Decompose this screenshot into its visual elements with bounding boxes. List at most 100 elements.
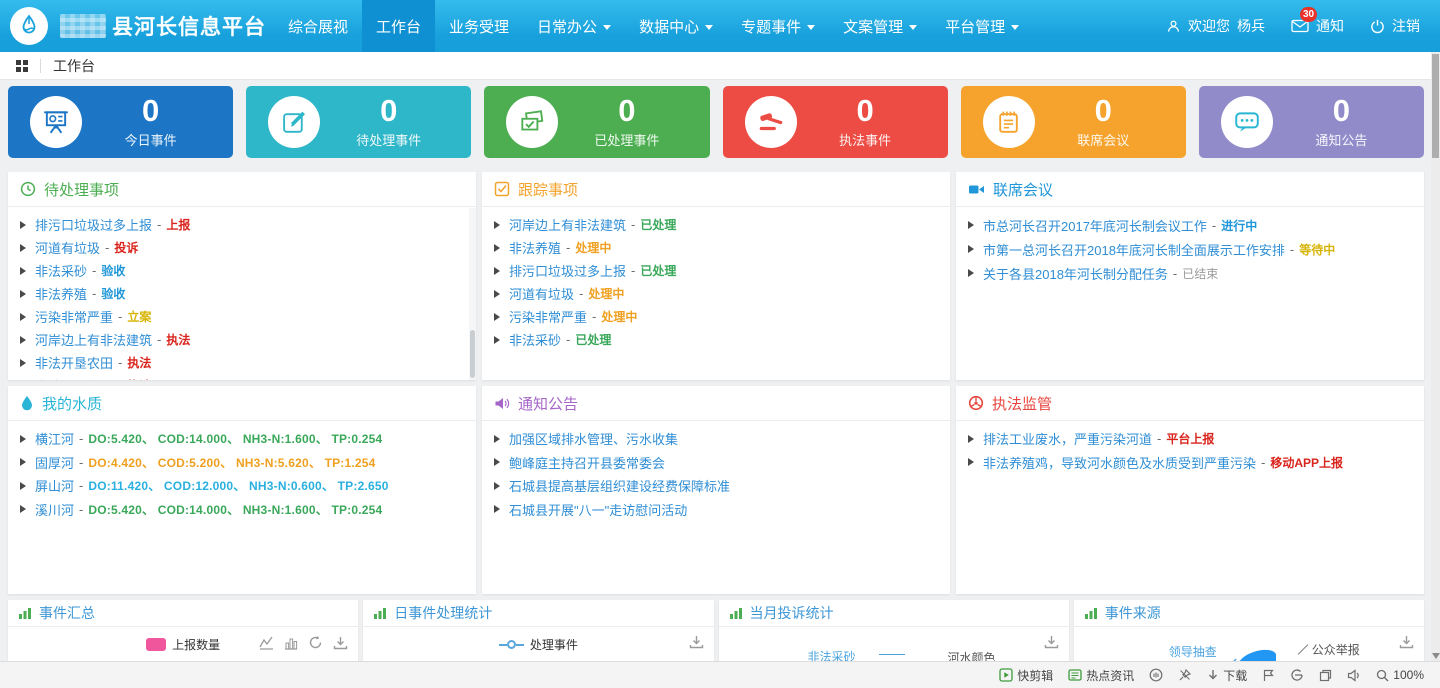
card-value: 0 — [1095, 95, 1112, 128]
notepad-icon — [995, 109, 1022, 136]
card-pending-events[interactable]: 0 待处理事件 — [246, 86, 471, 158]
todo-item[interactable]: 非法开垦农田-执法 — [20, 351, 464, 374]
card-enforcement-events[interactable]: 0 执法事件 — [723, 86, 948, 158]
notice-item[interactable]: 鲍峰庭主持召开县委常委会 — [494, 451, 938, 475]
status-badge: 进行中 — [1221, 217, 1257, 234]
status-badge: 处理中 — [588, 285, 624, 302]
card-today-events[interactable]: 0 今日事件 — [8, 86, 233, 158]
tracking-item[interactable]: 非法养殖-处理中 — [494, 236, 938, 259]
page-scrollbar[interactable] — [1431, 52, 1440, 661]
list-arrow-icon — [494, 435, 500, 443]
speaker-icon — [1347, 669, 1361, 682]
meeting-item[interactable]: 市第一总河长召开2018年底河长制全面展示工作安排-等待中 — [968, 237, 1412, 261]
line-chart-tool-icon[interactable] — [259, 636, 274, 650]
refresh-icon[interactable] — [308, 635, 323, 650]
todo-item[interactable]: 非法养殖-验收 — [20, 282, 464, 305]
card-processed-events[interactable]: 0 已处理事件 — [484, 86, 709, 158]
panel-row-1: 待处理事项 排污口垃圾过多上报-上报 河道有垃圾-投诉 非法采砂-验收 非法养殖… — [8, 172, 1424, 380]
menu-item-special-events[interactable]: 专题事件 — [727, 0, 829, 52]
scrollbar-thumb[interactable] — [470, 330, 475, 378]
chevron-down-icon — [603, 25, 611, 30]
meeting-item[interactable]: 市总河长召开2017年底河长制会议工作-进行中 — [968, 213, 1412, 237]
panel-water-quality: 我的水质 横江河-DO:5.420、 COD:14.000、 NH3-N:1.6… — [8, 386, 476, 594]
logout[interactable]: 注销 — [1370, 16, 1420, 36]
meeting-item[interactable]: 关于各县2018年河长制分配任务-已结束 — [968, 261, 1412, 285]
card-notices[interactable]: 0 通知公告 — [1199, 86, 1424, 158]
list-arrow-icon — [494, 221, 500, 229]
law-item[interactable]: 非法养殖鸡，导致河水颜色及水质受到严重污染-移动APP上报 — [968, 451, 1412, 475]
chat-bubble-icon — [1233, 108, 1261, 136]
water-drop-icon — [20, 395, 34, 411]
user-welcome[interactable]: 欢迎您 杨兵 — [1166, 16, 1265, 36]
tracking-item[interactable]: 河道有垃圾-处理中 — [494, 282, 938, 305]
speaker-icon — [494, 396, 510, 411]
menu-item-overview[interactable]: 综合展视 — [274, 0, 362, 52]
scrollbar-down-arrow[interactable] — [1432, 653, 1440, 659]
bar-chart-tool-icon[interactable] — [284, 636, 298, 650]
flag-button[interactable] — [1262, 669, 1275, 682]
menu-item-data-center[interactable]: 数据中心 — [625, 0, 727, 52]
chevron-down-icon — [1011, 25, 1019, 30]
menu-item-platform-mgmt[interactable]: 平台管理 — [931, 0, 1033, 52]
status-badge: 平台上报 — [1166, 430, 1214, 447]
tracking-item[interactable]: 排污口垃圾过多上报-已处理 — [494, 259, 938, 282]
download-button[interactable]: 下载 — [1207, 667, 1247, 684]
window-button[interactable] — [1319, 669, 1332, 682]
download-icon[interactable] — [1044, 635, 1059, 649]
tracking-item[interactable]: 污染非常严重-处理中 — [494, 305, 938, 328]
quick-clip-button[interactable]: 快剪辑 — [999, 667, 1053, 684]
download-icon[interactable] — [333, 636, 348, 650]
magnifier-icon — [1376, 669, 1389, 682]
card-joint-meetings[interactable]: 0 联席会议 — [961, 86, 1186, 158]
hot-news-button[interactable]: 热点资讯 — [1068, 667, 1134, 684]
water-values: DO:4.420、 COD:5.200、 NH3-N:5.620、 TP:1.2… — [88, 454, 375, 471]
browser-mode-button[interactable] — [1290, 668, 1304, 682]
zoom-level[interactable]: 100% — [1376, 668, 1424, 682]
panel-title: 我的水质 — [42, 393, 102, 414]
bar-chart-icon — [373, 606, 387, 620]
water-item[interactable]: 固厚河-DO:4.420、 COD:5.200、 NH3-N:5.620、 TP… — [20, 451, 464, 475]
grid-icon[interactable] — [16, 60, 28, 72]
menu-item-business[interactable]: 业务受理 — [435, 0, 523, 52]
todo-item[interactable]: 河道有垃圾-投诉 — [20, 236, 464, 259]
chevron-down-icon — [909, 25, 917, 30]
hand-gesture-button[interactable] — [1149, 668, 1163, 682]
law-item[interactable]: 排法工业废水，严重污染河道-平台上报 — [968, 427, 1412, 451]
pin-icon — [1178, 668, 1192, 682]
status-badge: 已处理 — [575, 331, 611, 348]
menu-item-workbench[interactable]: 工作台 — [362, 0, 435, 52]
checked-cards-icon — [518, 108, 546, 136]
water-item[interactable]: 横江河-DO:5.420、 COD:14.000、 NH3-N:1.600、 T… — [20, 427, 464, 451]
notifications[interactable]: 30 通知 — [1291, 16, 1344, 36]
chart-title: 事件来源 — [1105, 603, 1161, 623]
download-icon[interactable] — [1399, 635, 1414, 649]
sound-button[interactable] — [1347, 669, 1361, 682]
divider — [40, 59, 41, 73]
todo-item[interactable]: 河岸边上有非法建筑-执法 — [20, 328, 464, 351]
pin-button[interactable] — [1178, 668, 1192, 682]
clock-icon — [20, 181, 36, 197]
scrollbar-thumb[interactable] — [1432, 54, 1439, 158]
todo-item[interactable]: 非法采砂-验收 — [20, 259, 464, 282]
presentation-icon — [42, 108, 70, 136]
tracking-item[interactable]: 非法采砂-已处理 — [494, 328, 938, 351]
notice-item[interactable]: 加强区域排水管理、污水收集 — [494, 427, 938, 451]
menu-item-document-mgmt[interactable]: 文案管理 — [829, 0, 931, 52]
todo-item[interactable]: 非法开垦农田-执法 — [20, 374, 464, 380]
list-arrow-icon — [494, 505, 500, 513]
panel-notices: 通知公告 加强区域排水管理、污水收集 鲍峰庭主持召开县委常委会 石城县提高基层组… — [482, 386, 950, 594]
water-values: DO:11.420、 COD:12.000、 NH3-N:0.600、 TP:2… — [88, 477, 388, 494]
notice-item[interactable]: 石城县提高基层组织建设经费保障标准 — [494, 474, 938, 498]
panel-scrollbar[interactable] — [469, 208, 476, 380]
menu-item-daily-office[interactable]: 日常办公 — [523, 0, 625, 52]
todo-item[interactable]: 污染非常严重-立案 — [20, 305, 464, 328]
notice-item[interactable]: 石城县开展"八一"走访慰问活动 — [494, 498, 938, 522]
list-arrow-icon — [494, 458, 500, 466]
panel-title: 跟踪事项 — [518, 179, 578, 200]
download-icon[interactable] — [689, 635, 704, 649]
water-item[interactable]: 溪川河-DO:5.420、 COD:14.000、 NH3-N:1.600、 T… — [20, 498, 464, 522]
chart-legend[interactable]: 处理事件 — [363, 627, 713, 653]
tracking-item[interactable]: 河岸边上有非法建筑-已处理 — [494, 213, 938, 236]
water-item[interactable]: 屏山河-DO:11.420、 COD:12.000、 NH3-N:0.600、 … — [20, 474, 464, 498]
todo-item[interactable]: 排污口垃圾过多上报-上报 — [20, 213, 464, 236]
